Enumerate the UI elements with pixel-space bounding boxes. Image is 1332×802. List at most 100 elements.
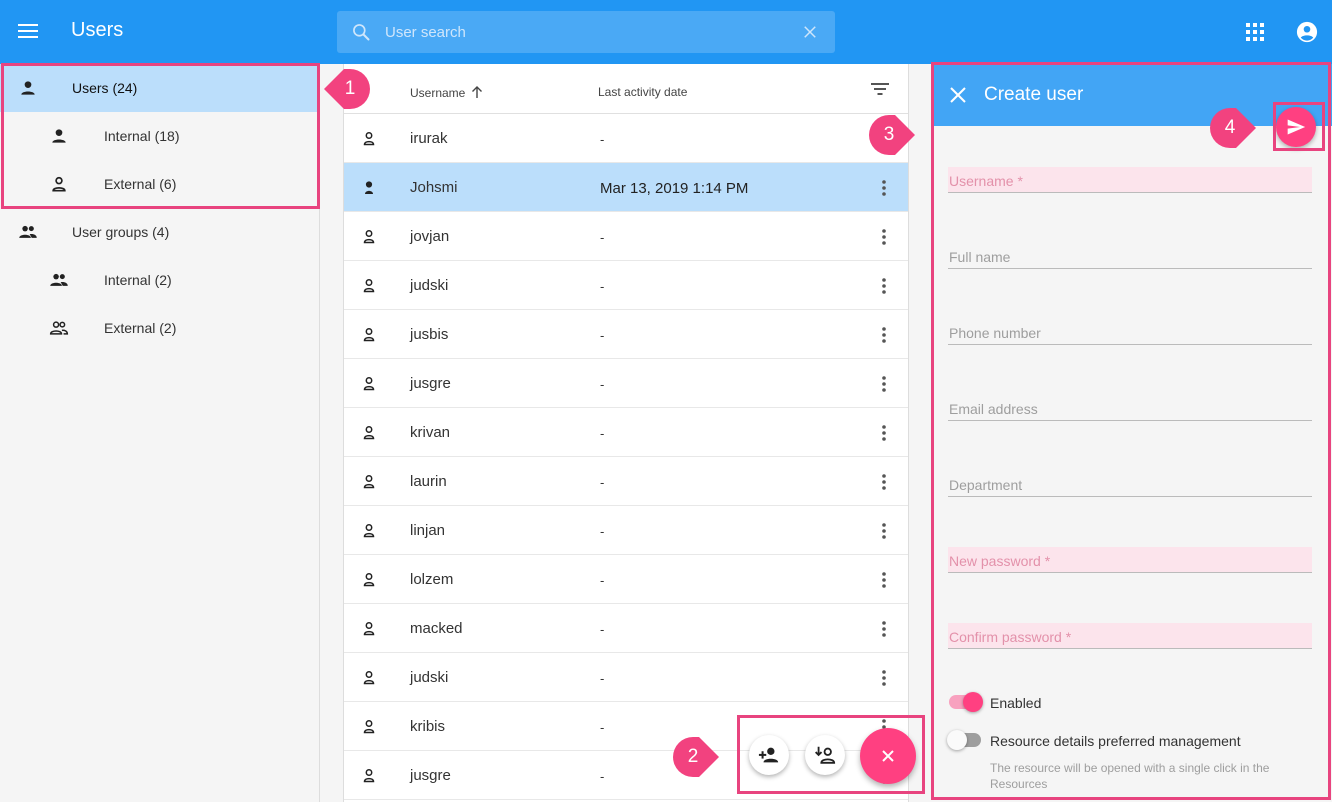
username-cell: Johsmi [410, 179, 458, 196]
person-icon [363, 524, 375, 538]
last-activity-cell: - [600, 132, 605, 147]
sidebar-item-label: User groups (4) [72, 224, 170, 240]
highlight-box-users-nav [1, 63, 320, 209]
sidebar-item-groups-external[interactable]: External (2) [0, 304, 319, 352]
person-icon [363, 377, 375, 391]
table-row[interactable]: jusgre - [344, 359, 908, 408]
username-cell: macked [410, 620, 463, 637]
search-input[interactable] [385, 22, 785, 42]
last-activity-cell: - [600, 230, 605, 245]
person-icon [363, 328, 375, 342]
last-activity-cell: - [600, 279, 605, 294]
person-icon [363, 720, 375, 734]
more-vert-icon[interactable] [874, 178, 894, 198]
table-row[interactable]: lolzem - [344, 555, 908, 604]
arrow-up-icon[interactable] [470, 85, 484, 99]
table-row[interactable]: jovjan - [344, 212, 908, 261]
person-icon [365, 181, 373, 194]
top-app-bar: Users [0, 0, 1332, 64]
username-cell: judski [410, 277, 449, 294]
username-cell: judski [410, 669, 449, 686]
username-cell: lolzem [410, 571, 454, 588]
last-activity-cell: - [600, 671, 605, 686]
clear-icon[interactable] [801, 23, 819, 41]
callout-number: 1 [344, 78, 356, 99]
more-vert-icon[interactable] [874, 423, 894, 443]
more-vert-icon[interactable] [874, 521, 894, 541]
more-vert-icon[interactable] [874, 374, 894, 394]
sidebar-item-label: Internal (2) [104, 272, 172, 288]
highlight-box-submit [1273, 102, 1325, 151]
more-vert-icon[interactable] [874, 472, 894, 492]
search-bar[interactable] [337, 11, 835, 53]
column-header-last-activity[interactable]: Last activity date [598, 85, 687, 99]
users-table: Username Last activity date irurak - Johsm… [343, 64, 909, 802]
person-icon [363, 573, 375, 587]
last-activity-cell: - [600, 769, 605, 784]
group-icon [19, 225, 37, 238]
column-header-username[interactable]: Username [410, 86, 465, 100]
callout-number: 4 [1224, 117, 1236, 138]
last-activity-cell: - [600, 328, 605, 343]
sidebar-item-label: External (2) [104, 320, 177, 336]
person-icon [363, 426, 375, 440]
more-vert-icon[interactable] [874, 668, 894, 688]
person-icon [363, 475, 375, 489]
highlight-box-create-panel [931, 62, 1331, 800]
person-icon [363, 279, 375, 293]
username-cell: jusgre [410, 767, 451, 784]
table-row[interactable]: irurak - [344, 114, 908, 163]
last-activity-cell: - [600, 426, 605, 441]
username-cell: krivan [410, 424, 451, 441]
username-cell: kribis [410, 718, 446, 735]
account-circle-icon[interactable] [1296, 21, 1318, 43]
username-cell: jusbis [410, 326, 449, 343]
username-cell: linjan [410, 522, 446, 539]
callout-4: 4 [1210, 108, 1256, 148]
sidebar-item-groups-internal[interactable]: Internal (2) [0, 256, 319, 304]
person-icon [363, 132, 375, 146]
table-row[interactable]: judski - [344, 261, 908, 310]
highlight-box-fab-menu [737, 715, 925, 794]
table-row[interactable]: linjan - [344, 506, 908, 555]
last-activity-cell: - [600, 475, 605, 490]
more-vert-icon[interactable] [874, 227, 894, 247]
table-row[interactable]: laurin - [344, 457, 908, 506]
last-activity-cell: - [600, 720, 605, 735]
table-row[interactable]: Johsmi Mar 13, 2019 1:14 PM [344, 163, 908, 212]
more-vert-icon[interactable] [874, 276, 894, 296]
last-activity-cell: - [600, 377, 605, 392]
callout-number: 2 [687, 746, 699, 767]
table-row[interactable]: macked - [344, 604, 908, 653]
menu-icon[interactable] [16, 20, 40, 44]
callout-3: 3 [869, 115, 915, 155]
username-cell: jusgre [410, 375, 451, 392]
person-icon [363, 622, 375, 636]
group-icon [50, 273, 68, 286]
last-activity-cell: - [600, 524, 605, 539]
filter-icon[interactable] [870, 80, 890, 98]
username-cell: jovjan [410, 228, 450, 245]
table-row[interactable]: krivan - [344, 408, 908, 457]
person-icon [363, 230, 375, 244]
more-vert-icon[interactable] [874, 570, 894, 590]
last-activity-cell: - [600, 622, 605, 637]
table-row[interactable]: judski - [344, 653, 908, 702]
person-icon [363, 769, 375, 783]
search-icon [353, 24, 370, 41]
sidebar-item-user-groups[interactable]: User groups (4) [0, 208, 319, 256]
username-cell: irurak [410, 130, 448, 147]
table-header: Username Last activity date [344, 64, 908, 114]
username-cell: laurin [410, 473, 447, 490]
apps-grid-icon[interactable] [1245, 22, 1265, 42]
more-vert-icon[interactable] [874, 325, 894, 345]
last-activity-cell: Mar 13, 2019 1:14 PM [600, 180, 749, 197]
more-vert-icon[interactable] [874, 619, 894, 639]
group-outline-icon [49, 321, 69, 335]
callout-2: 2 [673, 737, 719, 777]
callout-number: 3 [883, 124, 895, 145]
app-title: Users [71, 19, 124, 41]
table-row[interactable]: jusbis - [344, 310, 908, 359]
callout-1: 1 [324, 69, 370, 109]
last-activity-cell: - [600, 573, 605, 588]
